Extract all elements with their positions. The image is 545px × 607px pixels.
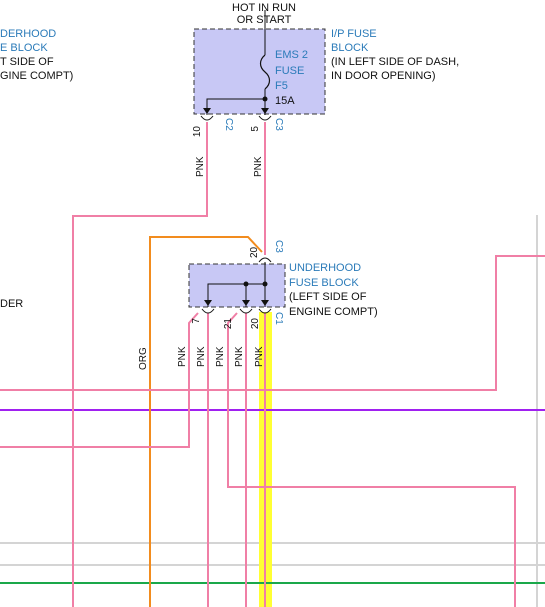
wire-label-pnk-5: PNK: [254, 346, 265, 367]
left-underhood-line2: E BLOCK: [0, 42, 48, 54]
wire-label-pnk-2: PNK: [196, 346, 207, 367]
wire-label-pnk-3: PNK: [215, 346, 226, 367]
uh-top-pin: 20: [249, 246, 260, 258]
uh-pin-a: 7: [191, 318, 202, 324]
uh-pin-c: 20: [250, 318, 261, 330]
uh-title-line1: UNDERHOOD: [289, 262, 361, 274]
pnk-wire-pin7: [0, 312, 199, 448]
wire-label-pnk-4: PNK: [234, 346, 245, 367]
connector-c3-top-icon: [258, 257, 272, 263]
power-source-line2: OR START: [237, 14, 292, 26]
uh-pin-b: 21: [223, 318, 234, 330]
wire-label-pnk-top-left: PNK: [195, 156, 206, 177]
uh-desc-line1: (LEFT SIDE OF: [289, 291, 367, 303]
ip-fuse-title-line2: BLOCK: [331, 42, 369, 54]
fuse-rating: 15A: [275, 95, 295, 107]
uh-title-line2: FUSE BLOCK: [289, 277, 359, 289]
ip-conn-left: C2: [223, 118, 234, 131]
fuse-name-line1: EMS 2: [275, 49, 308, 61]
ip-conn-right: C3: [273, 118, 284, 131]
connector-c2-icon: [200, 115, 214, 121]
ip-fuse-block: [193, 28, 326, 115]
ip-pin-right: 5: [250, 126, 261, 132]
connector-c1-icon: [239, 308, 253, 314]
uh-desc-line2: ENGINE COMPT): [289, 306, 378, 318]
uh-top-conn: C3: [273, 240, 284, 253]
uh-splice-dot: [262, 281, 268, 287]
connector-c3-icon: [258, 115, 272, 121]
fuse-name-line3: F5: [275, 80, 288, 92]
connector-c1-icon: [201, 308, 215, 314]
wire-label-pnk-1: PNK: [177, 346, 188, 367]
left-underhood-line3: T SIDE OF: [0, 56, 54, 68]
ip-fuse-desc-line2: IN DOOR OPENING): [331, 70, 436, 82]
power-source-line1: HOT IN RUN: [232, 2, 296, 14]
wire-label-org: ORG: [138, 347, 149, 370]
ip-pin-left: 10: [192, 126, 203, 138]
uh-splice-dot: [243, 281, 249, 287]
wiring-diagram: HOT IN RUN OR START DERHOOD E BLOCK T SI…: [0, 2, 545, 607]
fuse-name-line2: FUSE: [275, 65, 304, 77]
left-underhood-line4: GINE COMPT): [0, 70, 73, 82]
ip-fuse-desc-line1: (IN LEFT SIDE OF DASH,: [331, 56, 459, 68]
ip-fuse-title-line1: I/P FUSE: [331, 28, 377, 40]
left-mid-text: DER: [0, 298, 23, 310]
uh-bottom-conn: C1: [273, 312, 284, 325]
underhood-fuse-block: [188, 263, 286, 308]
wire-label-pnk-top-right: PNK: [253, 156, 264, 177]
left-underhood-line1: DERHOOD: [0, 28, 56, 40]
